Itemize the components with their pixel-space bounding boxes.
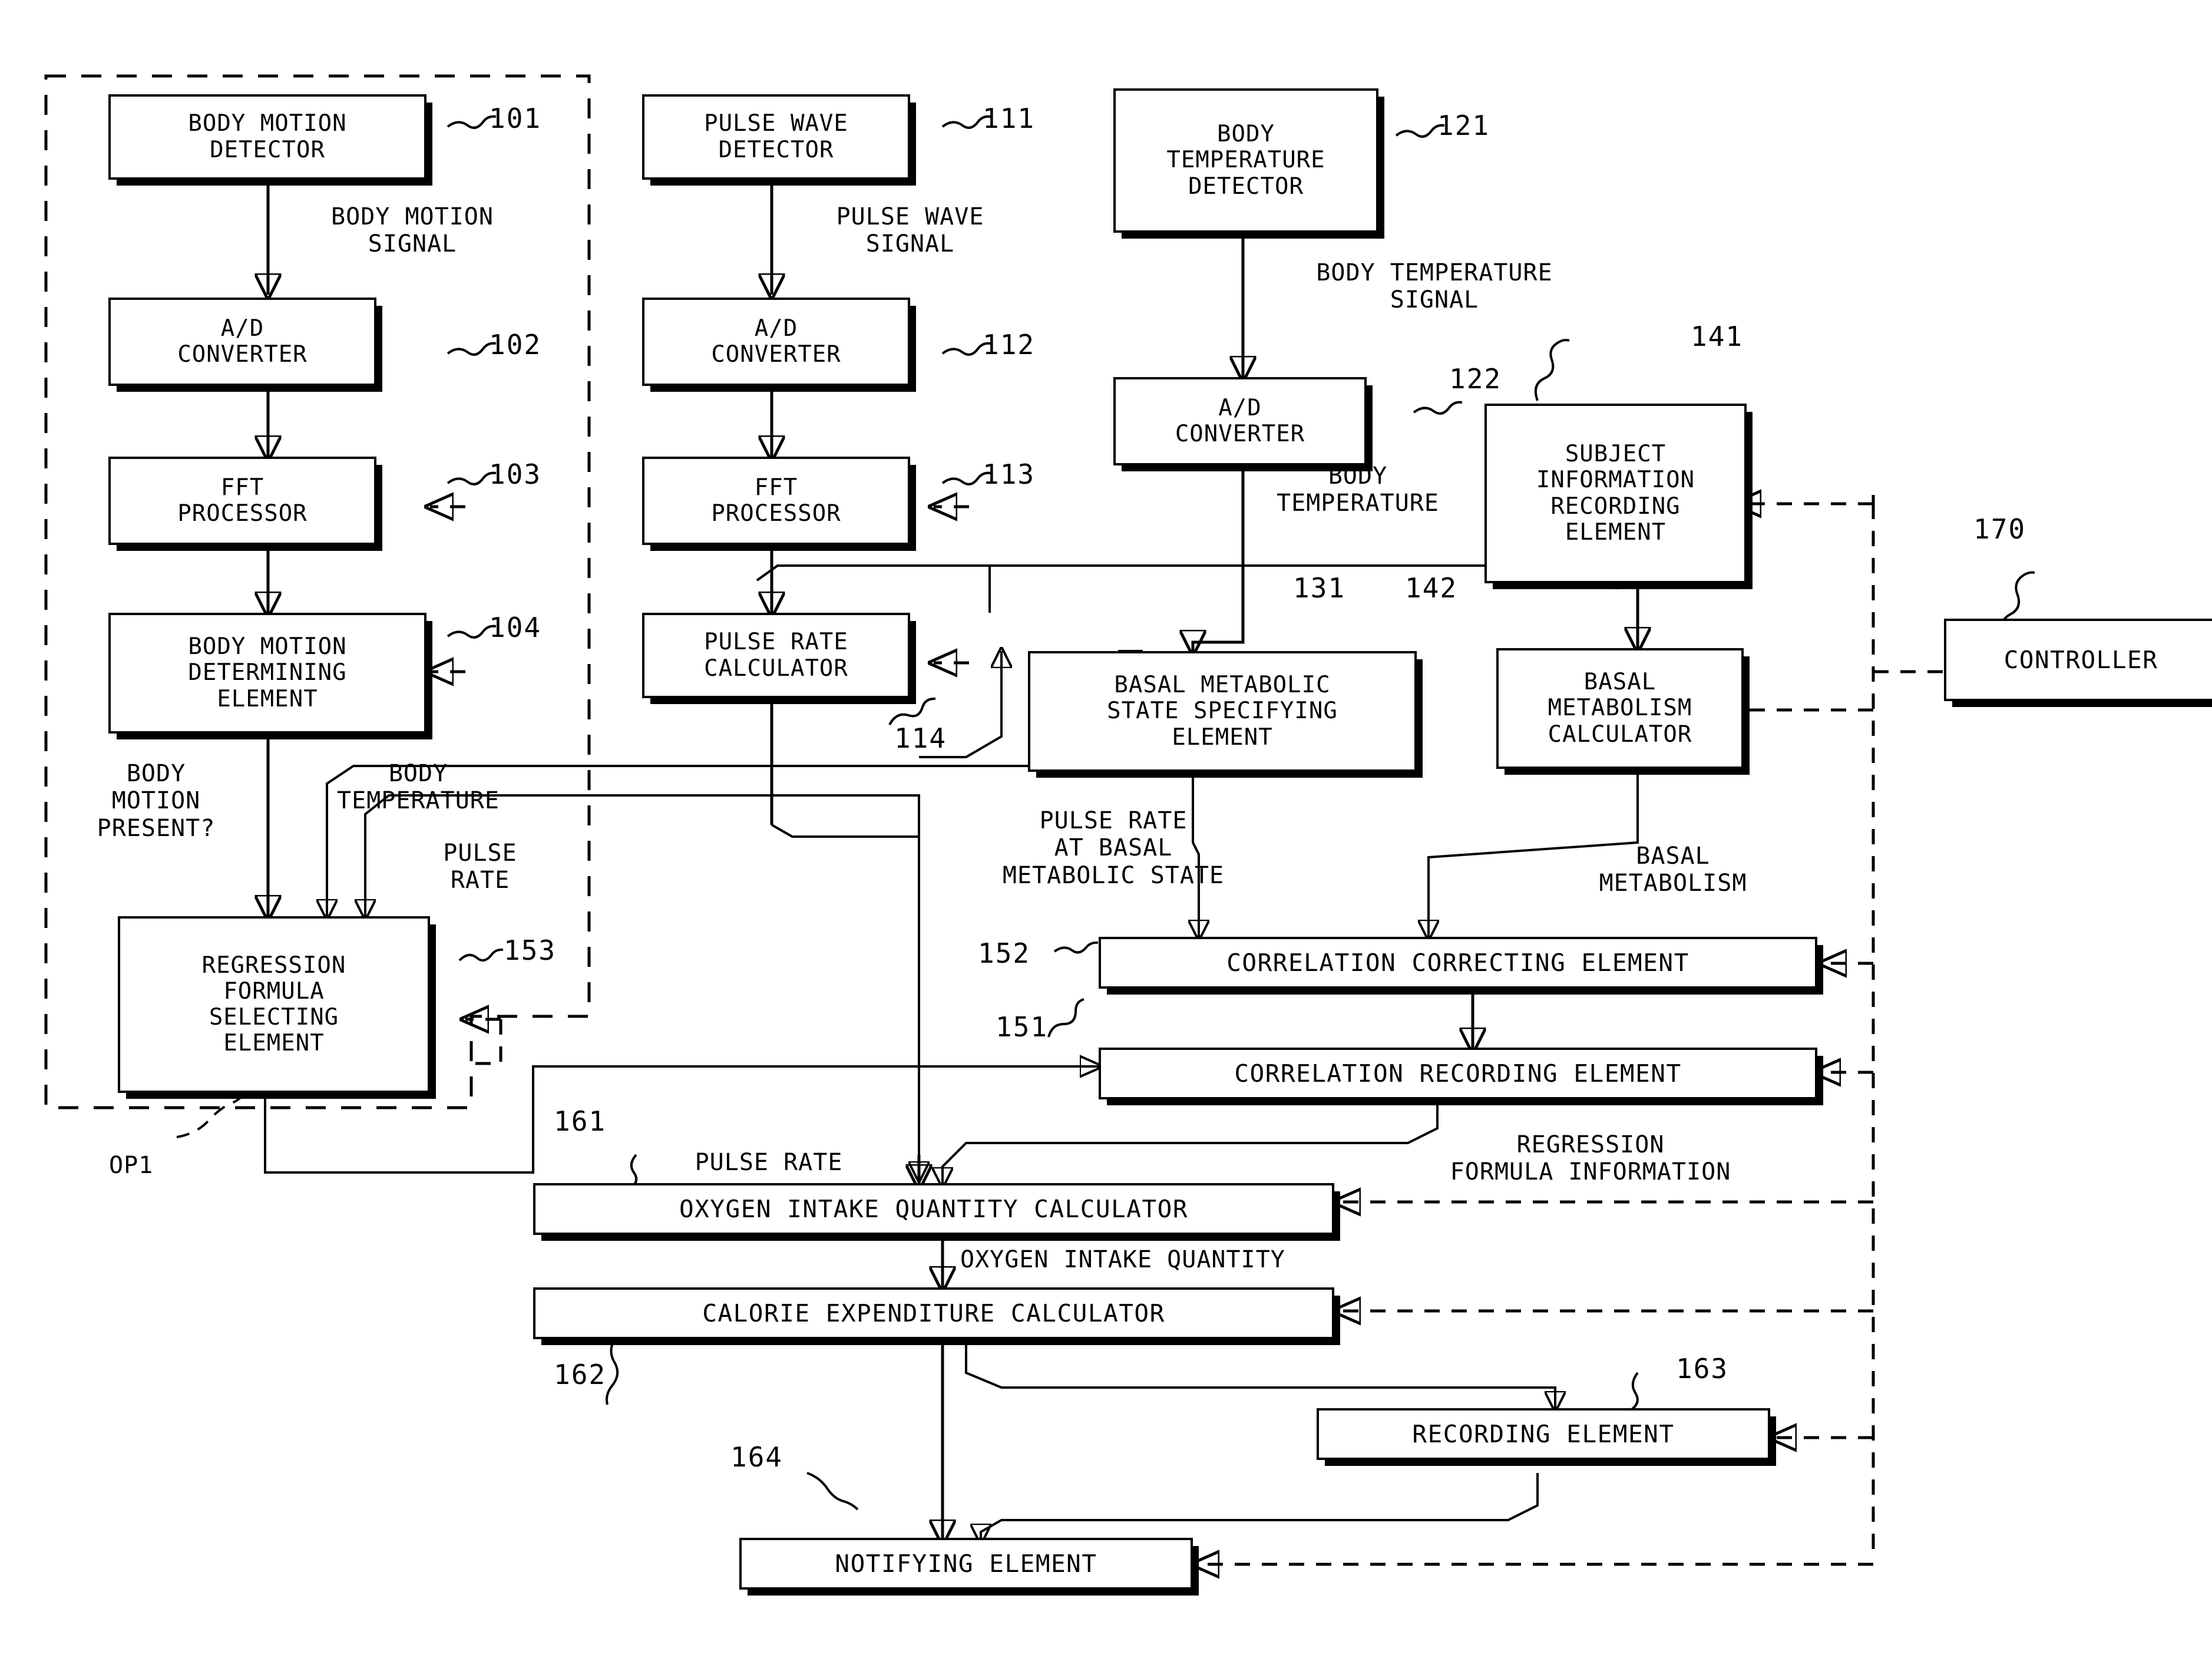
box-body-motion-detector[interactable]: BODY MOTION DETECTOR	[108, 94, 426, 180]
box-ad-converter-112[interactable]: A/D CONVERTER	[642, 298, 910, 386]
ref-numeral-170: 170	[1973, 513, 2026, 545]
label-basal-metabolism: BASAL METABOLISM	[1599, 843, 1747, 897]
label-pulse-rate-mid: PULSE RATE	[695, 1149, 843, 1176]
box-label: REGRESSION FORMULA SELECTING ELEMENT	[201, 952, 346, 1057]
ref-numeral-142: 142	[1405, 572, 1458, 604]
ref-numeral-152: 152	[978, 937, 1031, 969]
box-pulse-wave-detector[interactable]: PULSE WAVE DETECTOR	[642, 94, 910, 180]
box-label: BODY TEMPERATURE DETECTOR	[1166, 121, 1325, 200]
box-label: CALORIE EXPENDITURE CALCULATOR	[702, 1299, 1165, 1327]
box-correlation-recording-element[interactable]: CORRELATION RECORDING ELEMENT	[1099, 1048, 1817, 1099]
label-op1: OP1	[109, 1152, 154, 1179]
ref-numeral-163: 163	[1676, 1353, 1729, 1385]
box-notifying-element[interactable]: NOTIFYING ELEMENT	[739, 1538, 1193, 1590]
box-body-motion-determining-element[interactable]: BODY MOTION DETERMINING ELEMENT	[108, 613, 426, 734]
patent-figure: BODY MOTION DETECTOR A/D CONVERTER FFT P…	[0, 0, 2212, 1678]
box-label: CORRELATION RECORDING ELEMENT	[1234, 1059, 1682, 1088]
box-label: CORRELATION CORRECTING ELEMENT	[1226, 948, 1689, 977]
ref-numeral-161: 161	[554, 1105, 607, 1137]
label-regression-formula-information: REGRESSION FORMULA INFORMATION	[1450, 1131, 1731, 1186]
box-calorie-expenditure-calculator[interactable]: CALORIE EXPENDITURE CALCULATOR	[533, 1287, 1334, 1339]
box-label: PULSE RATE CALCULATOR	[704, 629, 848, 682]
label-body-motion-signal: BODY MOTION SIGNAL	[331, 203, 494, 258]
box-fft-processor-113[interactable]: FFT PROCESSOR	[642, 457, 910, 545]
box-basal-metabolism-calculator[interactable]: BASAL METABOLISM CALCULATOR	[1496, 648, 1744, 769]
ref-numeral-114: 114	[894, 722, 947, 754]
ref-numeral-104: 104	[489, 612, 542, 643]
box-ad-converter-102[interactable]: A/D CONVERTER	[108, 298, 376, 386]
ref-numeral-121: 121	[1437, 110, 1490, 141]
box-label: BODY MOTION DETERMINING ELEMENT	[188, 633, 347, 712]
box-label: CONTROLLER	[2003, 645, 2158, 674]
ref-numeral-103: 103	[489, 458, 542, 490]
ref-numeral-113: 113	[983, 458, 1036, 490]
box-recording-element[interactable]: RECORDING ELEMENT	[1317, 1408, 1770, 1460]
box-label: OXYGEN INTAKE QUANTITY CALCULATOR	[679, 1194, 1189, 1223]
box-correlation-correcting-element[interactable]: CORRELATION CORRECTING ELEMENT	[1099, 937, 1817, 989]
label-body-temperature-signal: BODY TEMPERATURE SIGNAL	[1316, 259, 1553, 314]
ref-numeral-111: 111	[983, 103, 1036, 134]
box-label: FFT PROCESSOR	[711, 474, 841, 527]
ref-numeral-102: 102	[489, 329, 542, 361]
ref-numeral-122: 122	[1449, 363, 1502, 395]
ref-numeral-112: 112	[983, 329, 1036, 361]
box-oxygen-intake-quantity-calculator[interactable]: OXYGEN INTAKE QUANTITY CALCULATOR	[533, 1183, 1334, 1235]
box-label: A/D CONVERTER	[711, 315, 841, 368]
box-regression-formula-selecting-element[interactable]: REGRESSION FORMULA SELECTING ELEMENT	[118, 916, 430, 1093]
box-subject-information-recording-element[interactable]: SUBJECT INFORMATION RECORDING ELEMENT	[1484, 404, 1747, 583]
label-pulse-rate-left: PULSE RATE	[443, 840, 517, 894]
ref-numeral-162: 162	[554, 1359, 607, 1390]
ref-numeral-153: 153	[504, 934, 557, 966]
box-label: RECORDING ELEMENT	[1412, 1419, 1675, 1448]
box-pulse-rate-calculator[interactable]: PULSE RATE CALCULATOR	[642, 613, 910, 698]
box-fft-processor-103[interactable]: FFT PROCESSOR	[108, 457, 376, 545]
box-body-temperature-detector[interactable]: BODY TEMPERATURE DETECTOR	[1113, 88, 1378, 233]
box-label: FFT PROCESSOR	[177, 474, 308, 527]
ref-numeral-131: 131	[1293, 572, 1346, 604]
box-label: PULSE WAVE DETECTOR	[704, 110, 848, 163]
ref-numeral-141: 141	[1691, 321, 1744, 352]
box-label: A/D CONVERTER	[1175, 394, 1305, 447]
box-label: BASAL METABOLISM CALCULATOR	[1548, 669, 1692, 748]
ref-numeral-151: 151	[996, 1011, 1049, 1043]
box-label: BODY MOTION DETECTOR	[188, 110, 347, 163]
box-label: BASAL METABOLIC STATE SPECIFYING ELEMENT	[1107, 672, 1338, 751]
box-label: SUBJECT INFORMATION RECORDING ELEMENT	[1536, 441, 1695, 546]
label-body-temperature: BODY TEMPERATURE	[1277, 463, 1439, 517]
label-pulse-rate-at-basal: PULSE RATE AT BASAL METABOLIC STATE	[1002, 807, 1225, 889]
box-basal-metabolic-state-specifying-element[interactable]: BASAL METABOLIC STATE SPECIFYING ELEMENT	[1028, 651, 1417, 772]
ref-numeral-101: 101	[489, 103, 542, 134]
box-ad-converter-122[interactable]: A/D CONVERTER	[1113, 377, 1367, 465]
label-pulse-wave-signal: PULSE WAVE SIGNAL	[836, 203, 984, 258]
box-controller[interactable]: CONTROLLER	[1944, 619, 2212, 701]
box-label: NOTIFYING ELEMENT	[835, 1549, 1097, 1578]
ref-numeral-164: 164	[730, 1441, 783, 1473]
label-oxygen-intake-quantity: OXYGEN INTAKE QUANTITY	[960, 1246, 1285, 1273]
label-body-motion-present: BODY MOTION PRESENT?	[97, 760, 216, 842]
box-label: A/D CONVERTER	[177, 315, 308, 368]
label-body-temperature-2: BODY TEMPERATURE	[337, 760, 500, 815]
